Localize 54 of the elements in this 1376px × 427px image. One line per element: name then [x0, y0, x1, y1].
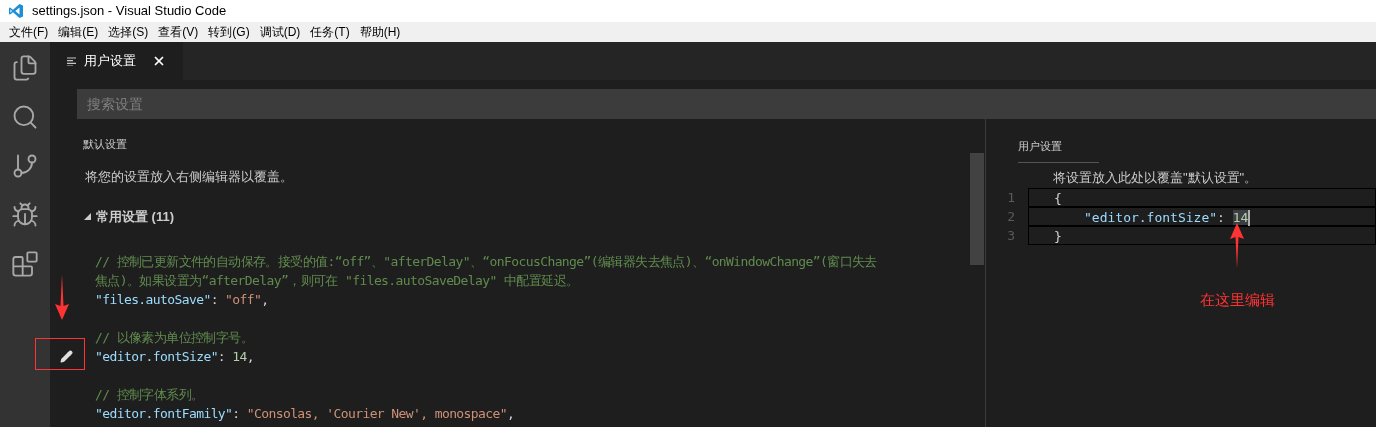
- string-value: "off": [225, 291, 262, 307]
- punctuation: ,: [506, 405, 515, 421]
- punctuation: ,: [246, 348, 255, 364]
- blocks-icon[interactable]: [11, 250, 39, 278]
- annotation-box: [35, 338, 85, 370]
- code-comment: // 控制已更新文件的自动保存。接受的值:“off”、"afterDelay"、“onFocusChange”(编辑器失去焦点)、“onWindowChange”(窗口失去: [95, 253, 877, 269]
- annotation-label: 在这里编辑: [1200, 290, 1275, 310]
- close-icon[interactable]: [152, 54, 166, 68]
- line-number: 1: [1006, 189, 1016, 207]
- punctuation: :: [217, 348, 227, 364]
- menu-item[interactable]: 选择(S): [103, 23, 154, 41]
- menu-item[interactable]: 查看(V): [153, 23, 204, 41]
- search-icon[interactable]: [11, 103, 39, 131]
- pencil-icon[interactable]: [60, 349, 73, 363]
- files-icon[interactable]: [11, 54, 39, 82]
- app-logo-icon: [8, 3, 24, 19]
- menu-item[interactable]: 任务(T): [305, 23, 355, 41]
- json-key: "files.autoSave": [95, 291, 211, 307]
- menu-item[interactable]: 帮助(H): [354, 23, 406, 41]
- code-comment: // 控制字体系列。: [95, 386, 204, 402]
- pane-title: 默认设置: [83, 137, 128, 152]
- line-number: 3: [1006, 227, 1016, 245]
- punctuation: :: [210, 291, 219, 307]
- lines-icon: [67, 56, 76, 66]
- json-key: "editor.fontSize": [95, 348, 218, 364]
- menu-item[interactable]: 调试(D): [254, 23, 306, 41]
- menu-item[interactable]: 文件(F): [4, 23, 54, 41]
- punctuation: {: [1054, 191, 1062, 206]
- menu-item[interactable]: 转到(G): [203, 23, 255, 41]
- code-comment: 焦点)。如果设置为“afterDelay”，则可在 "files.autoSaveDelay" 中配置延迟。: [95, 272, 579, 288]
- punctuation: ,: [261, 291, 269, 307]
- pane-hint: 将设置放入此处以覆盖"默认设置"。: [1053, 168, 1259, 187]
- editor-tab[interactable]: 用户设置: [50, 42, 183, 80]
- expand-triangle-icon[interactable]: [84, 213, 91, 221]
- tab-label: 用户设置: [84, 52, 136, 71]
- branch-icon[interactable]: [11, 152, 39, 180]
- punctuation: :: [232, 405, 241, 421]
- pane-title: 用户设置: [1018, 138, 1099, 163]
- menu-item[interactable]: 编辑(E): [53, 23, 104, 41]
- number-value: 14: [232, 348, 247, 364]
- json-key: "editor.fontFamily": [95, 405, 233, 421]
- line-number: 2: [1006, 208, 1016, 226]
- json-key: "editor.fontSize": [1084, 210, 1218, 225]
- code-comment: // 以像素为单位控制字号。: [95, 329, 254, 345]
- string-value: "Consolas, 'Courier New', monospace": [246, 405, 507, 421]
- pane-description: 将您的设置放入右侧编辑器以覆盖。: [85, 167, 294, 186]
- window-title: settings.json - Visual Studio Code: [32, 2, 227, 21]
- bug-icon[interactable]: [11, 201, 39, 229]
- section-header[interactable]: 常用设置 (11): [96, 207, 174, 227]
- number-value: 14: [1232, 210, 1249, 225]
- punctuation: }: [1054, 229, 1062, 244]
- text-cursor: [1248, 210, 1251, 227]
- punctuation: :: [1217, 210, 1226, 225]
- search-field[interactable]: 搜索设置: [77, 89, 1376, 119]
